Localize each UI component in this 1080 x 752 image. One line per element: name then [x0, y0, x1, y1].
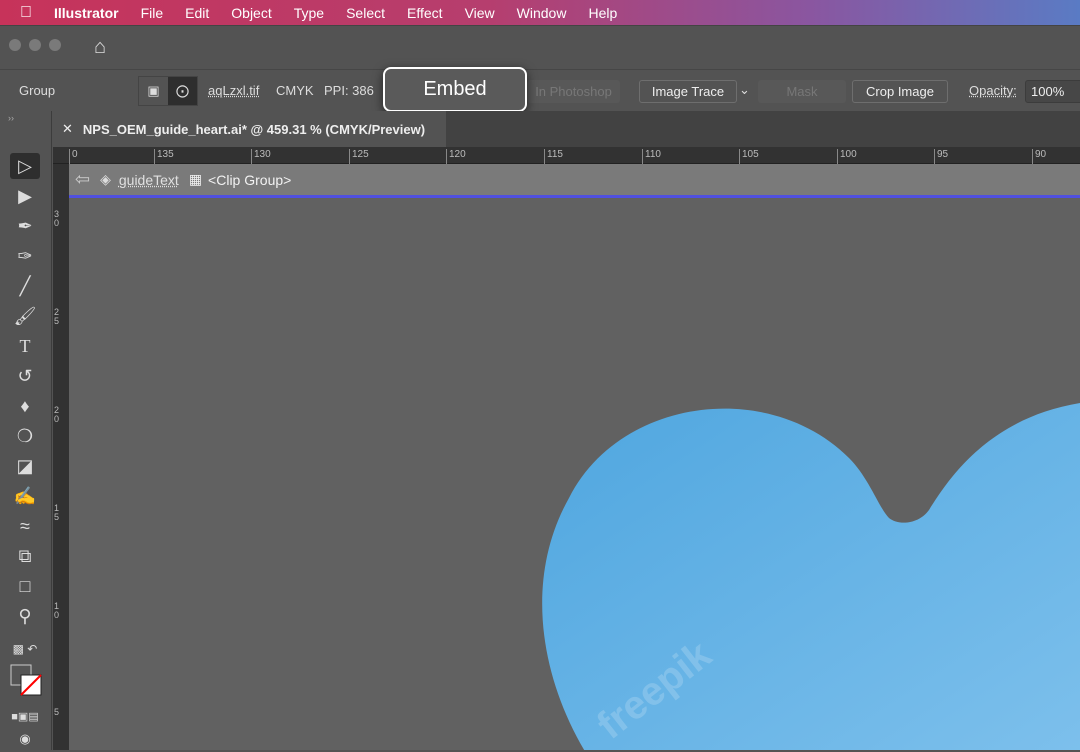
- menu-bar:  Illustrator File Edit Object Type Sele…: [0, 0, 1080, 25]
- bounding-box-icon[interactable]: ▣: [139, 77, 168, 105]
- zoom-window-button[interactable]: [49, 39, 61, 51]
- eraser-tool-icon[interactable]: ♦: [10, 393, 40, 419]
- type-tool-icon[interactable]: T: [10, 333, 40, 359]
- blend-tool-icon[interactable]: ≈: [10, 513, 40, 539]
- minimize-window-button[interactable]: [29, 39, 41, 51]
- color-mode: CMYK: [276, 83, 314, 98]
- layers-icon: ◈: [100, 171, 111, 187]
- ruler-label: 100: [837, 149, 857, 164]
- control-bar: Group ▣ ⨀ aqLzxl.tif CMYK PPI: 386 In Ph…: [0, 69, 1080, 111]
- paintbrush-tool-icon[interactable]: 🖌: [10, 303, 40, 329]
- gradient-tool-icon[interactable]: ◪: [10, 453, 40, 479]
- edit-in-photoshop-button[interactable]: In Photoshop: [527, 80, 620, 103]
- artboard-tool-icon[interactable]: □: [10, 573, 40, 599]
- target-icon[interactable]: ⨀: [168, 77, 197, 105]
- opacity-label[interactable]: Opacity:: [969, 83, 1017, 98]
- ruler-label: 5: [54, 707, 60, 717]
- swap-colors-icon[interactable]: ▩ ↶: [10, 636, 40, 662]
- tools-panel: ›› ▷ ▶ ✒ ✑ ╱ 🖌 T ↺ ♦ ❍ ◪ ✍ ≈ ⧉ □ ⚲ ▩ ↶ ■…: [0, 111, 52, 750]
- document-title: NPS_OEM_guide_heart.ai* @ 459.31 % (CMYK…: [82, 121, 426, 137]
- menu-app[interactable]: Illustrator: [54, 5, 119, 21]
- crop-image-button[interactable]: Crop Image: [852, 80, 948, 103]
- canvas[interactable]: freepik: [69, 198, 1080, 750]
- isolation-mode-bar: ⇦ ◈ guideText ▦ <Clip Group>: [69, 164, 1080, 198]
- direct-selection-tool-icon[interactable]: ▶: [10, 183, 40, 209]
- close-window-button[interactable]: [9, 39, 21, 51]
- embed-button[interactable]: Embed: [383, 67, 527, 112]
- ruler-label: 115: [544, 149, 563, 164]
- group-breadcrumb: <Clip Group>: [208, 171, 292, 188]
- chevron-down-icon[interactable]: ⌄: [739, 82, 750, 98]
- ruler-label: 2 0: [54, 405, 60, 424]
- fill-stroke-icon[interactable]: [10, 664, 44, 698]
- ruler-label: 135: [154, 149, 174, 164]
- title-bar: ⌂: [0, 25, 1080, 69]
- menu-edit[interactable]: Edit: [185, 5, 209, 21]
- shape-builder-tool-icon[interactable]: ⧉: [10, 543, 40, 569]
- close-tab-icon[interactable]: ✕: [62, 121, 73, 137]
- ruler-label: 95: [934, 149, 948, 164]
- menu-file[interactable]: File: [141, 5, 164, 21]
- lasso-tool-icon[interactable]: ❍: [10, 423, 40, 449]
- mask-button[interactable]: Mask: [758, 80, 846, 103]
- document-tab[interactable]: ✕ NPS_OEM_guide_heart.ai* @ 459.31 % (CM…: [53, 111, 446, 147]
- image-trace-button[interactable]: Image Trace: [639, 80, 737, 103]
- vertical-ruler[interactable]: 3 0 2 5 2 0 1 5 1 0 5: [53, 164, 69, 750]
- ruler-label: 130: [251, 149, 271, 164]
- eyedropper-tool-icon[interactable]: ✍: [10, 483, 40, 509]
- draw-mode-icon[interactable]: ◉: [10, 726, 40, 752]
- ruler-label: 2 5: [54, 307, 60, 326]
- linked-file-link[interactable]: aqLzxl.tif: [208, 83, 259, 98]
- rotate-tool-icon[interactable]: ↺: [10, 363, 40, 389]
- collapse-icon[interactable]: ››: [8, 113, 14, 123]
- group-icon: ▦: [188, 171, 203, 187]
- ruler-label: 0: [69, 149, 78, 164]
- line-tool-icon[interactable]: ╱: [10, 273, 40, 299]
- ruler-label: 125: [349, 149, 369, 164]
- curvature-tool-icon[interactable]: ✑: [10, 243, 40, 269]
- ruler-label: 3 0: [54, 209, 60, 228]
- ruler-label: 90: [1032, 149, 1046, 164]
- ruler-label: 105: [739, 149, 759, 164]
- selection-tool-icon[interactable]: ▷: [10, 153, 40, 179]
- layer-breadcrumb[interactable]: guideText: [119, 172, 179, 188]
- ruler-label: 120: [446, 149, 466, 164]
- ruler-label: 110: [642, 149, 661, 164]
- menu-object[interactable]: Object: [231, 5, 271, 21]
- home-icon[interactable]: ⌂: [94, 36, 106, 59]
- menu-view[interactable]: View: [465, 5, 495, 21]
- menu-select[interactable]: Select: [346, 5, 385, 21]
- heart-artwork[interactable]: [69, 198, 1080, 750]
- menu-effect[interactable]: Effect: [407, 5, 443, 21]
- menu-window[interactable]: Window: [517, 5, 567, 21]
- menu-help[interactable]: Help: [588, 5, 617, 21]
- apple-icon[interactable]: : [20, 4, 32, 22]
- ppi: PPI: 386: [324, 83, 374, 98]
- pen-tool-icon[interactable]: ✒: [10, 213, 40, 239]
- transform-toggle: ▣ ⨀: [138, 76, 198, 106]
- opacity-input[interactable]: 100%: [1025, 80, 1080, 103]
- ruler-label: 1 0: [54, 601, 60, 620]
- horizontal-ruler[interactable]: 0 135 130 125 120 115 110 105 100 95 90: [53, 147, 1080, 164]
- document-tab-bar: ✕ NPS_OEM_guide_heart.ai* @ 459.31 % (CM…: [53, 111, 1080, 147]
- ruler-label: 1 5: [54, 503, 60, 522]
- zoom-tool-icon[interactable]: ⚲: [10, 603, 40, 629]
- selection-type: Group: [19, 83, 56, 98]
- back-arrow-icon[interactable]: ⇦: [75, 169, 90, 190]
- menu-type[interactable]: Type: [294, 5, 324, 21]
